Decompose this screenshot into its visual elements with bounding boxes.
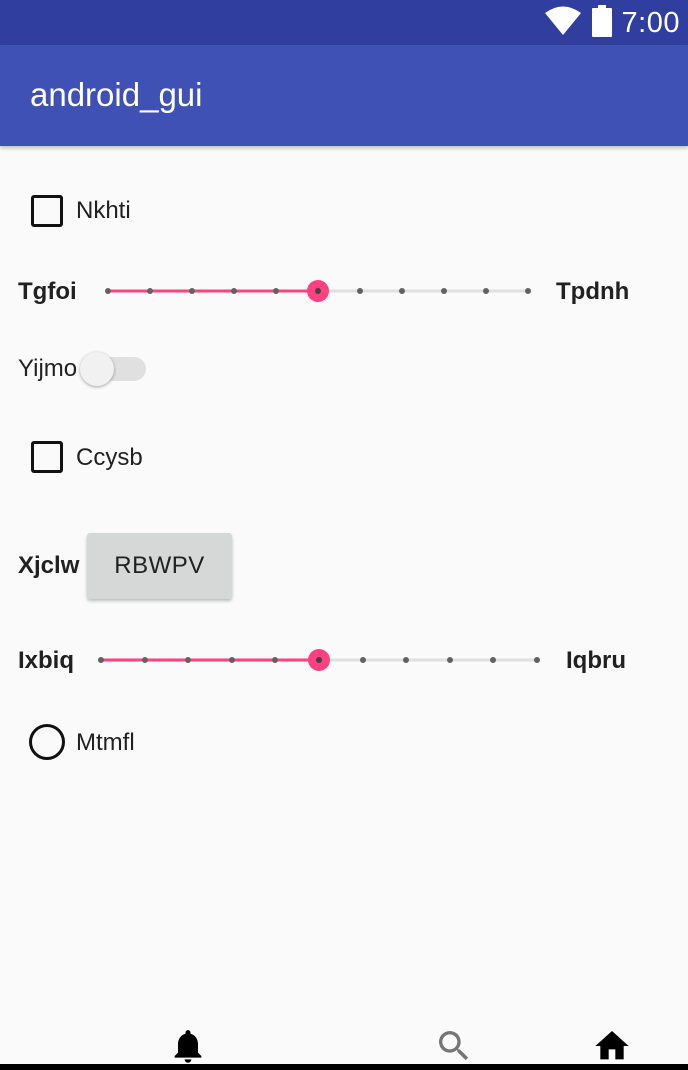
slider-ixbiq[interactable] (89, 640, 549, 680)
switch-yijmo[interactable] (80, 352, 146, 386)
slider1-right-label: Tpdnh (556, 278, 630, 305)
radio-mtmfl[interactable] (29, 724, 65, 760)
home-icon[interactable] (592, 1026, 632, 1066)
slider2-right-label: Iqbru (566, 647, 626, 674)
status-time: 7:00 (621, 6, 680, 39)
battery-icon (591, 4, 612, 42)
wifi-icon (544, 6, 582, 41)
status-bar: 7:00 (0, 0, 688, 45)
rbwpv-button[interactable]: RBWPV (87, 533, 232, 599)
button-row-label: Xjclw (18, 552, 80, 579)
checkbox-ccysb-label: Ccysb (76, 444, 143, 471)
slider-tgfoi[interactable] (96, 271, 538, 311)
nav-bar-edge (0, 1064, 688, 1070)
app-title: android_gui (30, 76, 203, 113)
checkbox-nkhti-label: Nkhti (76, 197, 131, 224)
radio-mtmfl-label: Mtmfl (76, 729, 135, 756)
slider1-left-label: Tgfoi (18, 278, 77, 305)
checkbox-ccysb[interactable] (31, 441, 63, 473)
app-bar: android_gui (0, 45, 688, 146)
search-icon[interactable] (434, 1026, 474, 1066)
slider2-left-label: Ixbiq (18, 647, 75, 674)
checkbox-nkhti[interactable] (31, 195, 63, 227)
bottom-navigation (0, 1018, 688, 1070)
status-icons: 7:00 (544, 4, 680, 42)
switch-thumb (80, 352, 114, 386)
bell-icon[interactable] (168, 1026, 208, 1066)
switch-label: Yijmo (18, 355, 78, 382)
